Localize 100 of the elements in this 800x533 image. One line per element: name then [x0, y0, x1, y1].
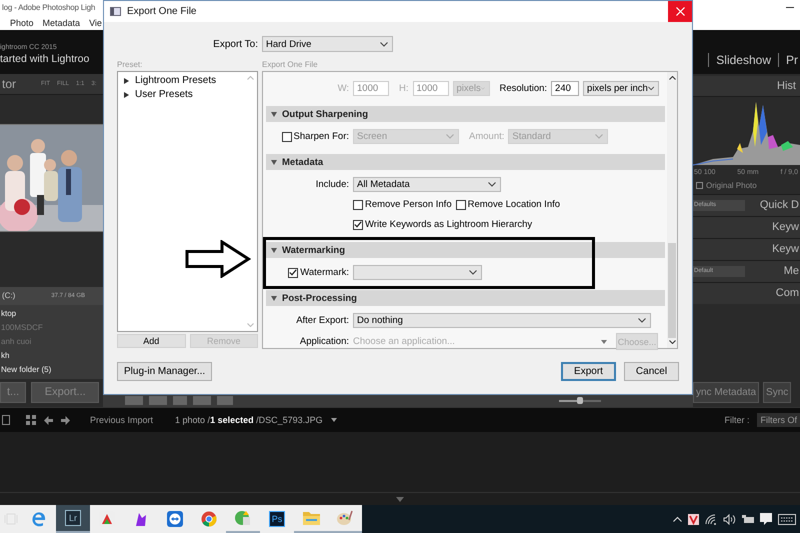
browser-icon: [31, 511, 47, 527]
back-icon[interactable]: [44, 416, 53, 425]
dropdown[interactable]: pixels per inch: [583, 81, 660, 96]
chevron-down-icon: [648, 86, 654, 91]
minimize-icon[interactable]: [786, 7, 794, 8]
field-label: W:: [338, 83, 349, 94]
folder-item[interactable]: New folder (5): [0, 362, 103, 377]
panel-header[interactable]: Com: [693, 282, 800, 304]
battery-icon[interactable]: [742, 514, 754, 524]
checkbox[interactable]: Sharpen For:: [282, 131, 349, 142]
keyboard-icon[interactable]: [778, 514, 796, 524]
notification-icon[interactable]: [760, 513, 772, 525]
dialog-button[interactable]: Plug-in Manager...: [117, 362, 212, 381]
panel-title[interactable]: Keyw: [772, 243, 799, 256]
preset-folder[interactable]: User Presets: [135, 89, 193, 100]
taskbar-button[interactable]: [22, 505, 56, 533]
taskbar-button[interactable]: Lr: [56, 505, 90, 533]
chevron-down-icon: [595, 134, 604, 139]
preset-folder[interactable]: Lightroom Presets: [135, 75, 216, 86]
panel-title[interactable]: Keyw: [772, 221, 799, 234]
panel-title: Export One File: [262, 60, 319, 69]
forward-icon[interactable]: [61, 416, 70, 425]
taskbar-button[interactable]: [90, 505, 124, 533]
chrome-icon: [201, 511, 217, 527]
scroll-up-icon[interactable]: [669, 76, 676, 80]
folder-item[interactable]: ktop: [0, 306, 103, 321]
screen-icon[interactable]: [2, 415, 10, 426]
slider-thumb[interactable]: [577, 396, 583, 404]
dialog-button[interactable]: Export: [561, 362, 616, 381]
chevron-down-icon: [638, 318, 646, 323]
panel-header[interactable]: Keyw: [693, 238, 800, 260]
scrollbar[interactable]: [667, 72, 677, 348]
lightroom-icon: Lr: [65, 510, 81, 526]
menu-item[interactable]: Photo: [10, 18, 34, 28]
checkbox[interactable]: Write Keywords as Lightroom Hierarchy: [353, 219, 532, 230]
checkbox[interactable]: Remove Person Info: [353, 199, 452, 210]
filter-dropdown[interactable]: Filters Of: [757, 413, 800, 428]
palette-icon: [337, 510, 353, 526]
photoshop-icon: Ps: [269, 511, 285, 527]
panel-header[interactable]: Hist: [693, 76, 800, 97]
checkbox[interactable]: Remove Location Info: [456, 199, 560, 210]
source-label[interactable]: Previous Import: [90, 415, 154, 426]
menu-item[interactable]: Metadata: [42, 18, 80, 28]
panel-title[interactable]: Me: [784, 265, 799, 278]
chevron-down-icon: [488, 182, 496, 187]
section-header[interactable]: Post-Processing: [266, 290, 665, 306]
thumbnail-slider[interactable]: [559, 400, 601, 402]
chevron-up-icon[interactable]: [673, 516, 682, 522]
dropdown[interactable]: All Metadata: [353, 177, 501, 192]
menu-item[interactable]: Vie: [89, 18, 102, 28]
checkmark-icon: [354, 221, 362, 228]
preset-label: Preset:: [117, 60, 144, 69]
taskbar-button[interactable]: Ps: [260, 505, 294, 533]
dropdown[interactable]: Hard Drive: [262, 36, 393, 52]
caret-icon[interactable]: [330, 418, 337, 422]
panel-title[interactable]: Quick D: [760, 199, 799, 212]
module-tab[interactable]: Slideshow: [716, 52, 771, 67]
checkbox[interactable]: [696, 182, 703, 190]
section-title: Metadata: [282, 156, 324, 168]
field-label: Application:: [300, 336, 349, 347]
section-title: Watermarking: [282, 244, 345, 256]
field-label: After Export:: [296, 315, 349, 326]
collapse-icon[interactable]: [396, 497, 404, 502]
chevron-down-icon: [380, 42, 388, 46]
folder-icon: [302, 511, 320, 525]
field-label: Export To:: [213, 38, 258, 50]
filter-label: Filter :: [724, 415, 750, 426]
disclosure-triangle-icon[interactable]: [124, 92, 129, 98]
section-header[interactable]: Metadata: [266, 154, 665, 170]
dialog-title: Export One File: [127, 6, 196, 17]
preset-button[interactable]: Add: [117, 334, 186, 348]
grid-icon[interactable]: [26, 415, 36, 426]
folder-item[interactable]: kh: [0, 348, 103, 363]
close-button[interactable]: [668, 1, 692, 22]
remote-icon: [167, 511, 183, 527]
field-label: Amount:: [469, 131, 504, 142]
caret-icon[interactable]: [601, 340, 607, 344]
section-header[interactable]: Output Sharpening: [266, 106, 665, 122]
panel-header[interactable]: Keyw: [693, 216, 800, 238]
section-header[interactable]: Watermarking: [266, 242, 665, 258]
antivirus-icon[interactable]: [688, 514, 699, 524]
checkmark-icon: [289, 269, 298, 276]
scroll-down-icon[interactable]: [669, 340, 676, 344]
input-field[interactable]: 240: [551, 81, 580, 96]
catalog-title: tarted with Lightroo: [0, 53, 90, 66]
checkbox[interactable]: Watermark:: [288, 267, 349, 278]
dialog-button[interactable]: Cancel: [624, 362, 679, 381]
field-label: H:: [399, 83, 408, 94]
wifi-icon[interactable]: [705, 514, 717, 524]
chevron-down-icon: [446, 134, 454, 139]
module-tab[interactable]: Pr: [786, 52, 798, 67]
disclosure-triangle-icon[interactable]: [124, 78, 129, 84]
taskbar-button[interactable]: [328, 505, 362, 533]
close-icon: [676, 7, 684, 16]
panel-title[interactable]: Com: [776, 287, 799, 300]
dropdown[interactable]: Do nothing: [353, 313, 651, 328]
section-title: Post-Processing: [282, 292, 357, 304]
volume-icon[interactable]: [723, 514, 736, 524]
field-label: Include:: [316, 179, 349, 190]
window-icon: [110, 7, 121, 16]
